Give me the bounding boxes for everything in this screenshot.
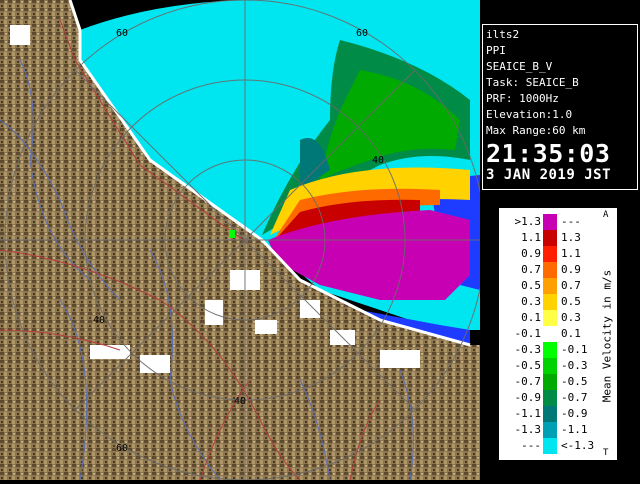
range-label-60-bottom: 60 (116, 443, 128, 454)
legend-low-value: -0.7 (514, 375, 542, 388)
legend-low-value: --- (521, 439, 541, 452)
legend-color-swatch (543, 390, 557, 406)
radar-ppi-display[interactable]: 60 60 40 40 40 60 (0, 0, 486, 481)
prf-value: PRF: 1000Hz (486, 92, 559, 105)
site-name: ilts2 (486, 28, 520, 41)
legend-color-swatch (543, 214, 557, 230)
legend-low-value: 1.1 (521, 231, 541, 244)
task-name: Task: SEAICE_B (486, 76, 579, 89)
legend-color-swatch (543, 294, 557, 310)
legend-low-value: 0.3 (521, 295, 541, 308)
velocity-legend: >1.3 --- 1.1 1.3 0.9 1.1 0.7 0.9 0.5 0.7 0.3 0.5 0.1… (498, 207, 618, 461)
legend-high-value: <-1.3 (561, 439, 595, 452)
legend-low-value: 0.5 (521, 279, 541, 292)
legend-color-swatch (543, 406, 557, 422)
legend-color-swatch (543, 262, 557, 278)
range-label-top-left: 60 (116, 28, 128, 39)
legend-high-value: 0.3 (561, 311, 581, 324)
legend-high-value: -0.1 (561, 343, 588, 356)
range-label-40-right: 40 (372, 155, 384, 166)
legend-title-wrap: Mean Velocity in m/s (599, 218, 615, 454)
legend-color-swatch (543, 342, 557, 358)
legend-low-value: 0.9 (521, 247, 541, 260)
legend-color-swatch (543, 326, 557, 342)
legend-high-value: -0.5 (561, 375, 588, 388)
legend-high-value: -1.1 (561, 423, 588, 436)
legend-high-value: -0.7 (561, 391, 588, 404)
scan-info-box: ilts2 PPI SEAICE_B_V Task: SEAICE_B PRF:… (482, 24, 638, 190)
legend-bottom-marker: T (603, 448, 609, 458)
legend-color-swatch (543, 246, 557, 262)
legend-low-value: -0.9 (514, 391, 542, 404)
legend-low-value: 0.7 (521, 263, 541, 276)
legend-low-value: -1.3 (514, 423, 542, 436)
legend-color-swatch (543, 230, 557, 246)
scan-name: SEAICE_B_V (486, 60, 553, 73)
legend-low-value: -0.1 (514, 327, 542, 340)
legend-color-swatch (543, 374, 557, 390)
legend-high-value: 0.9 (561, 263, 581, 276)
legend-low-value: -0.3 (514, 343, 542, 356)
legend-low-value: >1.3 (514, 215, 542, 228)
legend-low-value: 0.1 (521, 311, 541, 324)
radar-site-marker (229, 230, 235, 238)
legend-color-swatch (543, 278, 557, 294)
legend-title: Mean Velocity in m/s (600, 269, 614, 403)
legend-color-swatch (543, 422, 557, 438)
scan-date: 3 JAN 2019 JST (486, 167, 612, 183)
legend-high-value: 0.5 (561, 295, 581, 308)
legend-color-swatch (543, 358, 557, 374)
range-label-top-center: 60 (356, 28, 368, 39)
legend-low-value: -1.1 (514, 407, 542, 420)
legend-high-value: 0.7 (561, 279, 581, 292)
legend-color-swatch (543, 310, 557, 326)
legend-color-swatch (543, 438, 557, 454)
legend-high-value: 1.1 (561, 247, 581, 260)
legend-high-value: --- (561, 215, 581, 228)
range-label-40-bottom: 40 (234, 396, 246, 407)
legend-high-value: -0.3 (561, 359, 588, 372)
legend-low-value: -0.5 (514, 359, 542, 372)
product-type: PPI (486, 44, 506, 57)
legend-high-value: 1.3 (561, 231, 581, 244)
legend-high-value: 0.1 (561, 327, 581, 340)
radar-map: 60 60 40 40 40 60 (0, 0, 486, 481)
max-range-value: Max Range:60 km (486, 124, 586, 137)
elevation-value: Elevation:1.0 (486, 108, 573, 121)
legend-high-value: -0.9 (561, 407, 588, 420)
range-label-40-left: 40 (93, 315, 105, 326)
scan-time: 21:35:03 (486, 139, 611, 168)
